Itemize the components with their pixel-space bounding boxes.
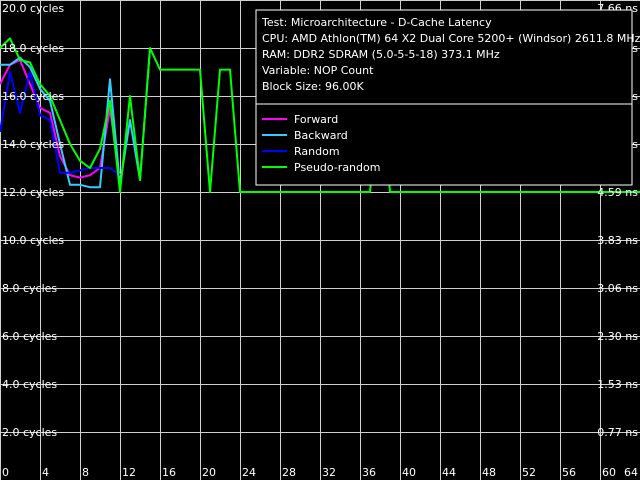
y-tick-label-right: 3.06 ns	[597, 282, 638, 295]
y-tick-label-left: 6.0 cycles	[2, 330, 57, 343]
x-tick-label: 0	[2, 466, 9, 479]
info-test: Test: Microarchitecture - D-Cache Latenc…	[261, 16, 492, 29]
chart: 0 4 8 12 16 20 24 28 32 36 40 44 48 52 56 60 642.0 cycle…	[0, 0, 640, 480]
info-legend-box: Test: Microarchitecture - D-Cache Latenc…	[255, 9, 640, 186]
x-tick-label: 16	[162, 466, 176, 479]
y-tick-label-left: 12.0 cycles	[2, 186, 64, 199]
x-tick-label: 28	[282, 466, 296, 479]
y-tick-label-right: 3.83 ns	[597, 234, 638, 247]
y-tick-label-left: 4.0 cycles	[2, 378, 57, 391]
y-tick-label-left: 20.0 cycles	[2, 2, 64, 15]
x-tick-label: 4	[42, 466, 49, 479]
x-tick-label: 40	[402, 466, 416, 479]
y-tick-label-left: 14.0 cycles	[2, 138, 64, 151]
x-tick-label: 32	[322, 466, 336, 479]
info-ram: RAM: DDR2 SDRAM (5.0-5-5-18) 373.1 MHz	[262, 48, 500, 61]
x-tick-label: 36	[362, 466, 376, 479]
info-variable: Variable: NOP Count	[262, 64, 374, 77]
y-tick-label-left: 2.0 cycles	[2, 426, 57, 439]
legend-label-backward: Backward	[294, 129, 348, 142]
y-tick-label-left: 16.0 cycles	[2, 90, 64, 103]
x-tick-label: 60	[602, 466, 616, 479]
x-tick-label: 20	[202, 466, 216, 479]
x-tick-label: 44	[442, 466, 456, 479]
x-tick-label: 48	[482, 466, 496, 479]
legend-label-random: Random	[294, 145, 340, 158]
info-cpu: CPU: AMD Athlon(TM) 64 X2 Dual Core 5200…	[262, 32, 640, 45]
x-tick-label: 56	[562, 466, 576, 479]
y-tick-label-right: 0.77 ns	[597, 426, 638, 439]
x-tick-label: 24	[242, 466, 256, 479]
y-tick-label-right: 4.59 ns	[597, 186, 638, 199]
info-block-size: Block Size: 96.00K	[262, 80, 365, 93]
x-tick-label: 52	[522, 466, 536, 479]
y-tick-label-left: 18.0 cycles	[2, 42, 64, 55]
y-tick-label-left: 8.0 cycles	[2, 282, 57, 295]
y-tick-label-right: 2.30 ns	[597, 330, 638, 343]
legend-label-pseudo-random: Pseudo-random	[294, 161, 380, 174]
y-tick-label-right: 1.53 ns	[597, 378, 638, 391]
x-tick-label: 64	[624, 466, 638, 479]
x-tick-label: 8	[82, 466, 89, 479]
x-tick-label: 12	[122, 466, 136, 479]
y-tick-label-left: 10.0 cycles	[2, 234, 64, 247]
legend-label-forward: Forward	[294, 113, 338, 126]
